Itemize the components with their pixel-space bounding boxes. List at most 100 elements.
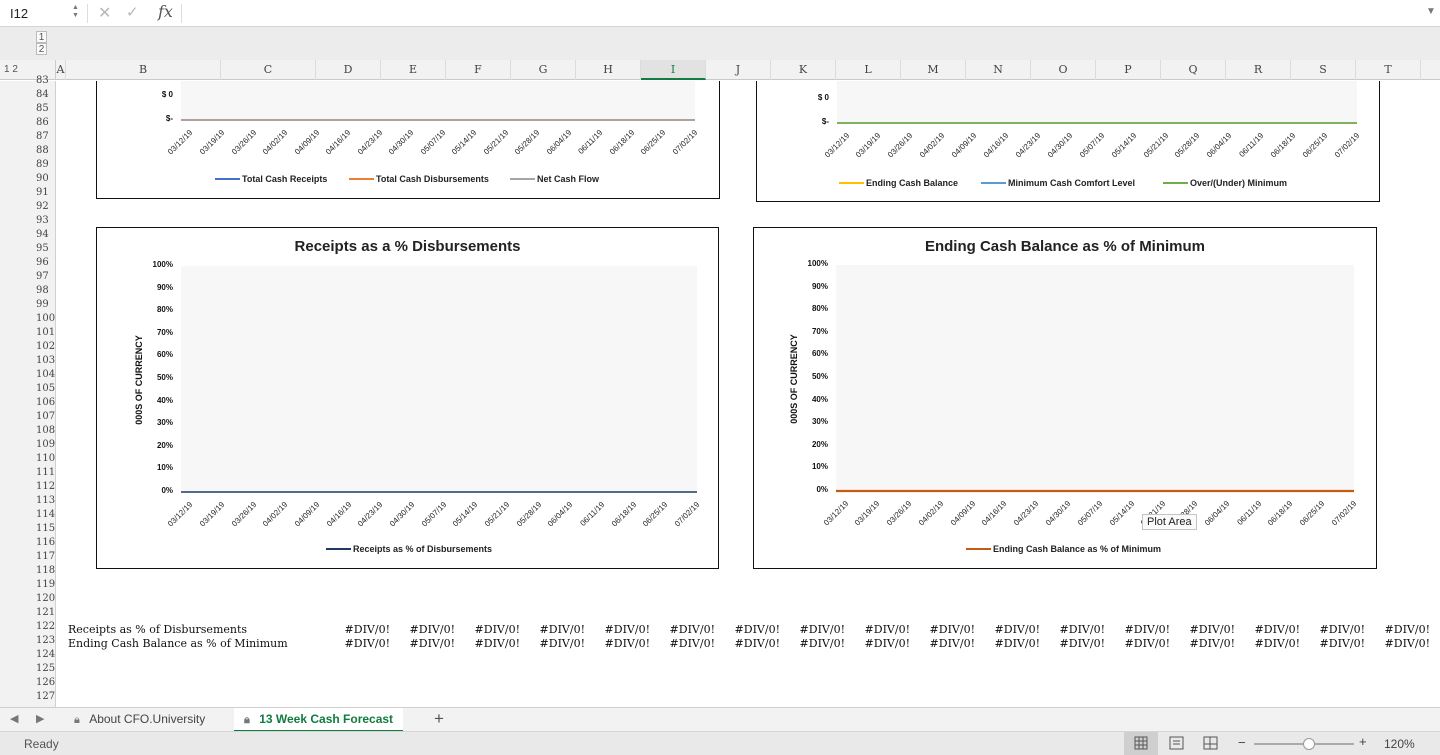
cell-value[interactable]: #DIV/0! — [850, 623, 910, 636]
zoom-slider-thumb[interactable] — [1303, 738, 1315, 750]
column-header-g[interactable]: G — [511, 60, 576, 80]
column-header-e[interactable]: E — [381, 60, 446, 80]
row-header-120[interactable]: 120 — [0, 592, 56, 606]
column-header-p[interactable]: P — [1096, 60, 1161, 80]
row-header-93[interactable]: 93 — [0, 214, 56, 228]
row-header-90[interactable]: 90 — [0, 172, 56, 186]
normal-view-button[interactable] — [1124, 732, 1158, 755]
row-header-118[interactable]: 118 — [0, 564, 56, 578]
row-label[interactable]: Ending Cash Balance as % of Minimum — [68, 637, 288, 650]
plot-area[interactable] — [836, 265, 1354, 491]
plot-area[interactable] — [181, 81, 695, 120]
zoom-in-button[interactable]: + — [1359, 734, 1367, 749]
column-header-f[interactable]: F — [446, 60, 511, 80]
page-layout-view-button[interactable] — [1166, 732, 1188, 755]
cell-value[interactable]: #DIV/0! — [330, 623, 390, 636]
ending-cash-pct-chart[interactable]: Ending Cash Balance as % of Minimum 000S … — [753, 227, 1377, 569]
row-header-105[interactable]: 105 — [0, 382, 56, 396]
add-sheet-button[interactable]: + — [434, 709, 444, 729]
column-header-o[interactable]: O — [1031, 60, 1096, 80]
cell-value[interactable]: #DIV/0! — [525, 623, 585, 636]
cell-value[interactable]: #DIV/0! — [785, 623, 845, 636]
row-header-122[interactable]: 122 — [0, 620, 56, 634]
row-header-108[interactable]: 108 — [0, 424, 56, 438]
legend-item[interactable]: Ending Cash Balance as % of Minimum — [966, 544, 1161, 554]
legend-item[interactable]: Over/(Under) Minimum — [1163, 178, 1287, 188]
cell-value[interactable]: #DIV/0! — [1175, 623, 1235, 636]
cell-value[interactable]: #DIV/0! — [1240, 637, 1300, 650]
column-header-t[interactable]: T — [1356, 60, 1421, 80]
cell-value[interactable]: #DIV/0! — [1240, 623, 1300, 636]
function-icon[interactable]: fx — [158, 2, 173, 21]
column-header-c[interactable]: C — [221, 60, 316, 80]
row-label[interactable]: Receipts as % of Disbursements — [68, 623, 247, 636]
column-header-n[interactable]: N — [966, 60, 1031, 80]
cell-value[interactable]: #DIV/0! — [980, 637, 1040, 650]
cell-value[interactable]: #DIV/0! — [330, 637, 390, 650]
chevron-down-icon[interactable]: ▼ — [1426, 6, 1436, 17]
column-header-h[interactable]: H — [576, 60, 641, 80]
row-header-113[interactable]: 113 — [0, 494, 56, 508]
row-header-109[interactable]: 109 — [0, 438, 56, 452]
row-header-86[interactable]: 86 — [0, 116, 56, 130]
check-icon[interactable]: ✓ — [126, 3, 139, 21]
cell-value[interactable]: #DIV/0! — [1110, 623, 1170, 636]
cell-value[interactable]: #DIV/0! — [655, 623, 715, 636]
column-header-i[interactable]: I — [641, 60, 706, 80]
page-break-view-button[interactable] — [1200, 732, 1222, 755]
cell-value[interactable]: #DIV/0! — [460, 623, 520, 636]
column-header-a[interactable]: A — [56, 60, 66, 80]
row-header-117[interactable]: 117 — [0, 550, 56, 564]
cell-value[interactable]: #DIV/0! — [460, 637, 520, 650]
cell-value[interactable]: #DIV/0! — [1370, 623, 1430, 636]
row-header-121[interactable]: 121 — [0, 606, 56, 620]
name-box-spinner-icon[interactable]: ▲ ▼ — [72, 4, 79, 20]
legend-item[interactable]: Receipts as % of Disbursements — [326, 544, 492, 554]
row-header-124[interactable]: 124 — [0, 648, 56, 662]
cash-flow-chart[interactable]: $ 0 $- 03/12/19 03/19/19 03/26/19 04/02/19 04/… — [96, 81, 720, 199]
zoom-out-button[interactable]: − — [1238, 735, 1246, 750]
row-header-102[interactable]: 102 — [0, 340, 56, 354]
row-header-87[interactable]: 87 — [0, 130, 56, 144]
cell-value[interactable]: #DIV/0! — [915, 637, 975, 650]
plot-area[interactable] — [837, 81, 1357, 123]
row-header-99[interactable]: 99 — [0, 298, 56, 312]
tab-about[interactable]: 🔒︎ About CFO.University — [64, 708, 215, 732]
row-header-106[interactable]: 106 — [0, 396, 56, 410]
column-header-m[interactable]: M — [901, 60, 966, 80]
tab-13-week-cash-forecast[interactable]: 🔒︎ 13 Week Cash Forecast — [234, 708, 404, 732]
row-header-119[interactable]: 119 — [0, 578, 56, 592]
row-header-88[interactable]: 88 — [0, 144, 56, 158]
legend-item[interactable]: Total Cash Receipts — [215, 174, 327, 184]
row-header-91[interactable]: 91 — [0, 186, 56, 200]
cell-value[interactable]: #DIV/0! — [655, 637, 715, 650]
column-header-s[interactable]: S — [1291, 60, 1356, 80]
next-sheet-icon[interactable]: ▶ — [36, 712, 44, 725]
column-header-r[interactable]: R — [1226, 60, 1291, 80]
column-header-q[interactable]: Q — [1161, 60, 1226, 80]
outline-level-2-button[interactable]: 2 — [36, 43, 47, 55]
row-header-110[interactable]: 110 — [0, 452, 56, 466]
legend-item[interactable]: Net Cash Flow — [510, 174, 599, 184]
row-header-94[interactable]: 94 — [0, 228, 56, 242]
cash-balance-chart[interactable]: $ 0 $- 03/12/19 03/19/19 03/26/19 04/02/19 04/… — [756, 81, 1380, 202]
row-header-101[interactable]: 101 — [0, 326, 56, 340]
prev-sheet-icon[interactable]: ◀ — [10, 712, 18, 725]
cell-value[interactable]: #DIV/0! — [720, 637, 780, 650]
cancel-icon[interactable]: ✕ — [98, 3, 111, 23]
cell-value[interactable]: #DIV/0! — [785, 637, 845, 650]
legend-item[interactable]: Ending Cash Balance — [839, 178, 958, 188]
row-header-127[interactable]: 127 — [0, 690, 56, 704]
row-header-103[interactable]: 103 — [0, 354, 56, 368]
row-header-100[interactable]: 100 — [0, 312, 56, 326]
row-header-98[interactable]: 98 — [0, 284, 56, 298]
column-header-d[interactable]: D — [316, 60, 381, 80]
receipts-pct-chart[interactable]: Receipts as a % Disbursements 000S OF CUR… — [96, 227, 719, 569]
plot-area[interactable] — [181, 266, 697, 492]
row-header-123[interactable]: 123 — [0, 634, 56, 648]
cell-value[interactable]: #DIV/0! — [590, 637, 650, 650]
row-header-111[interactable]: 111 — [0, 466, 56, 480]
row-header-92[interactable]: 92 — [0, 200, 56, 214]
cell-value[interactable]: #DIV/0! — [590, 623, 650, 636]
row-header-126[interactable]: 126 — [0, 676, 56, 690]
